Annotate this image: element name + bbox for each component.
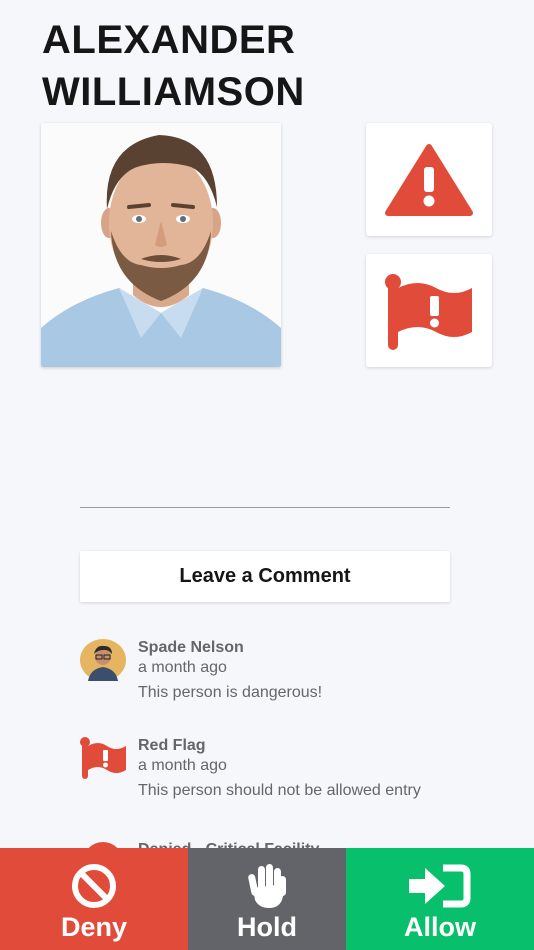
deny-button[interactable]: Deny [0, 848, 188, 950]
hold-button[interactable]: Hold [188, 848, 346, 950]
person-last-name: WILLIAMSON [42, 70, 305, 114]
decision-action-bar: Deny Hold Allow [0, 848, 534, 950]
comment-timestamp: a month ago [138, 659, 227, 676]
comment-text: This person should not be allowed entry [138, 782, 421, 799]
warning-alert-button[interactable] [366, 123, 492, 236]
comment-item: Spade Nelson a month ago This person is … [80, 639, 480, 719]
red-flag-icon [80, 737, 126, 779]
warning-triangle-icon [385, 143, 473, 216]
comment-author: Spade Nelson [138, 639, 244, 656]
allow-button[interactable]: Allow [346, 848, 534, 950]
leave-comment-button[interactable]: Leave a Comment [80, 551, 450, 602]
red-flag-button[interactable] [366, 254, 492, 367]
comment-item: Red Flag a month ago This person should … [80, 737, 480, 817]
hand-icon [248, 864, 286, 908]
person-first-name: ALEXANDER [42, 18, 296, 62]
comment-text: This person is dangerous! [138, 684, 323, 701]
user-avatar [80, 639, 126, 681]
person-name: ALEXANDER WILLIAMSON [42, 14, 305, 118]
deny-label: Deny [60, 912, 128, 942]
ban-icon [72, 864, 116, 908]
sign-in-icon [409, 864, 471, 908]
person-photo [41, 123, 281, 367]
comment-author: Red Flag [138, 737, 206, 754]
section-divider [80, 507, 450, 508]
allow-label: Allow [404, 912, 476, 942]
comment-timestamp: a month ago [138, 757, 227, 774]
red-flag-icon [385, 273, 472, 350]
hold-label: Hold [237, 912, 297, 942]
